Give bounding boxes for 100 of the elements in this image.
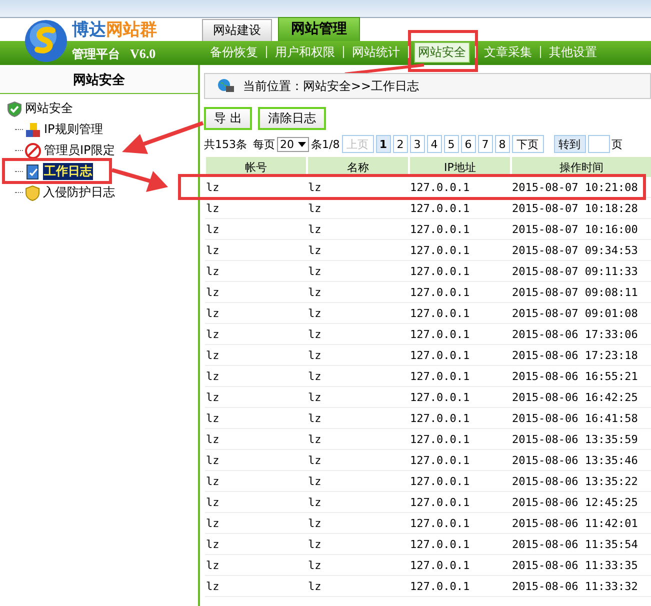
table-cell: 2015-08-06 17:33:06 <box>511 324 651 344</box>
table-cell: lz <box>307 198 409 218</box>
table-cell: 2015-08-06 16:42:25 <box>511 386 651 408</box>
table-cell: lz <box>307 428 409 450</box>
table-cell: 2015-08-06 17:23:18 <box>511 344 651 366</box>
table-cell: 127.0.0.1 <box>409 512 511 534</box>
table-cell: lz <box>307 324 409 344</box>
table-cell: lz <box>205 282 307 302</box>
table-cell: 2015-08-07 10:18:28 <box>511 198 651 218</box>
table-cell: 127.0.0.1 <box>409 282 511 302</box>
table-cell: lz <box>307 470 409 492</box>
table-cell: lz <box>307 366 409 386</box>
table-cell: 2015-08-06 16:41:58 <box>511 408 651 428</box>
table-cell: lz <box>205 240 307 260</box>
page-info: 条1/8 <box>311 136 340 152</box>
table-cell: lz <box>205 198 307 218</box>
page-unit: 页 <box>612 136 623 152</box>
brand-subtitle: 管理平台 <box>72 46 120 63</box>
table-cell: lz <box>205 470 307 492</box>
tree-item[interactable]: 网站安全 <box>24 100 74 117</box>
table-cell: lz <box>307 450 409 470</box>
table-cell: lz <box>205 324 307 344</box>
total-count: 共153条 <box>204 136 247 152</box>
table-cell: lz <box>307 260 409 282</box>
table-cell: lz <box>307 218 409 240</box>
top-tab[interactable]: 网站管理 <box>278 17 360 41</box>
table-cell: 2015-08-06 11:33:35 <box>511 554 651 576</box>
table-cell: lz <box>307 408 409 428</box>
table-cell: 127.0.0.1 <box>409 470 511 492</box>
page-button[interactable]: 7 <box>478 135 493 153</box>
table-cell: lz <box>205 512 307 534</box>
table-cell: 127.0.0.1 <box>409 218 511 240</box>
goto-button[interactable]: 转到 <box>554 135 586 153</box>
table-cell: 2015-08-06 16:55:21 <box>511 366 651 386</box>
nav-item[interactable]: 网站安全 <box>414 42 470 62</box>
table-cell: lz <box>205 260 307 282</box>
table-cell: lz <box>205 366 307 386</box>
table-cell: lz <box>307 576 409 596</box>
table-cell: lz <box>307 282 409 302</box>
table-cell: 127.0.0.1 <box>409 492 511 512</box>
table-cell: 2015-08-06 12:45:25 <box>511 492 651 512</box>
top-tab[interactable]: 网站建设 <box>202 19 272 41</box>
per-page-label: 每页 <box>253 136 275 152</box>
action-button[interactable]: 清除日志 <box>258 107 326 130</box>
table-cell: lz <box>307 534 409 554</box>
tree-item[interactable]: 管理员IP限定 <box>43 142 116 159</box>
table-cell: lz <box>307 554 409 576</box>
table-cell: lz <box>307 512 409 534</box>
tree-item[interactable]: 工作日志 <box>43 163 93 180</box>
tree-item[interactable]: IP规则管理 <box>43 121 104 138</box>
table-cell: 2015-08-06 13:35:46 <box>511 450 651 470</box>
table-cell: 2015-08-06 13:35:22 <box>511 470 651 492</box>
table-cell: 127.0.0.1 <box>409 366 511 386</box>
table-cell: 2015-08-06 11:33:32 <box>511 576 651 596</box>
table-cell: lz <box>205 492 307 512</box>
table-cell: 127.0.0.1 <box>409 198 511 218</box>
table-cell: 2015-08-06 11:35:54 <box>511 534 651 554</box>
table-cell: 2015-08-07 09:34:53 <box>511 240 651 260</box>
next-page-button[interactable]: 下页 <box>512 135 544 153</box>
table-cell: lz <box>205 386 307 408</box>
action-button[interactable]: 导 出 <box>204 107 252 130</box>
table-cell: 127.0.0.1 <box>409 450 511 470</box>
page-button[interactable]: 4 <box>426 135 442 153</box>
sidebar-title: 网站安全 <box>0 67 198 94</box>
breadcrumb: 当前位置：网站安全>>工作日志 <box>243 78 420 94</box>
table-cell: 127.0.0.1 <box>409 554 511 576</box>
table-cell: lz <box>205 576 307 596</box>
table-cell: lz <box>205 534 307 554</box>
table-cell: 2015-08-07 10:21:08 <box>511 177 651 198</box>
table-cell: 127.0.0.1 <box>409 576 511 596</box>
table-cell: lz <box>205 450 307 470</box>
table-cell: lz <box>307 386 409 408</box>
table-cell: lz <box>205 177 307 198</box>
page-button[interactable]: 1 <box>376 135 391 153</box>
page-button[interactable]: 3 <box>410 135 425 153</box>
table-cell: lz <box>307 302 409 324</box>
per-page-select[interactable]: 20 <box>277 136 309 152</box>
table-cell: lz <box>205 554 307 576</box>
table-cell: 2015-08-07 09:11:33 <box>511 260 651 282</box>
table-cell: 2015-08-07 09:01:08 <box>511 302 651 324</box>
tree-item[interactable]: 入侵防护日志 <box>42 184 116 201</box>
table-cell: lz <box>307 240 409 260</box>
table-cell: lz <box>205 218 307 240</box>
table-cell: 127.0.0.1 <box>409 344 511 366</box>
table-cell: lz <box>205 302 307 324</box>
table-cell: 127.0.0.1 <box>409 324 511 344</box>
table-cell: 127.0.0.1 <box>409 428 511 450</box>
table-cell: 127.0.0.1 <box>409 260 511 282</box>
table-cell: 2015-08-07 09:08:11 <box>511 282 651 302</box>
table-cell: lz <box>307 492 409 512</box>
page-button[interactable]: 8 <box>494 135 510 153</box>
page-button[interactable]: 5 <box>444 135 459 153</box>
table-cell: 127.0.0.1 <box>409 534 511 554</box>
page-button[interactable]: 6 <box>460 135 476 153</box>
page-button[interactable]: 2 <box>392 135 408 153</box>
table-cell: lz <box>307 177 409 198</box>
table-cell: 2015-08-07 10:16:00 <box>511 218 651 240</box>
table-cell: lz <box>205 428 307 450</box>
table-cell: 2015-08-06 13:35:59 <box>511 428 651 450</box>
table-cell: 127.0.0.1 <box>409 177 511 198</box>
